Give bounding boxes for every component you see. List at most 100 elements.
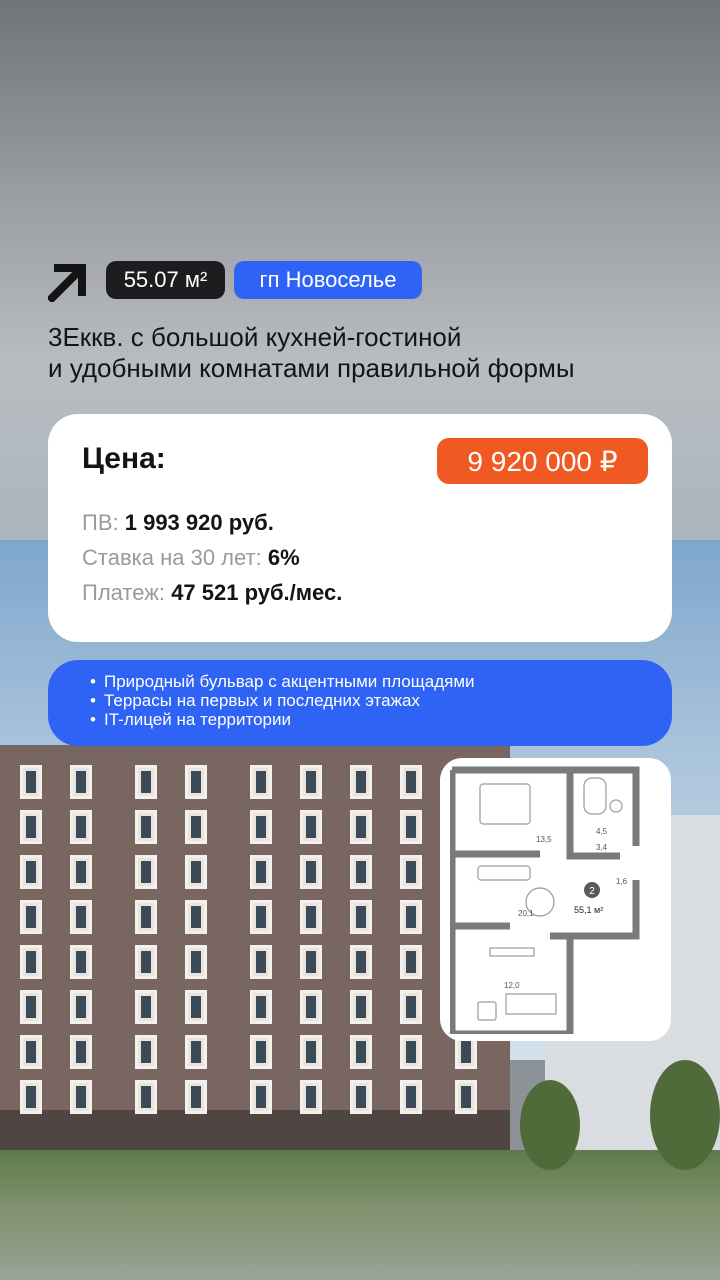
building-window <box>135 810 157 844</box>
building-window <box>185 1080 207 1114</box>
building-window <box>350 855 372 889</box>
room-area-label: 13,5 <box>536 835 552 844</box>
building-window <box>70 900 92 934</box>
building-window <box>20 900 42 934</box>
headline-line: 3Еккв. с большой кухней-гостиной <box>48 322 462 352</box>
building-window <box>400 1035 422 1069</box>
building-window <box>135 945 157 979</box>
feature-item: IT-лицей на территории <box>90 710 672 729</box>
building-window <box>300 945 322 979</box>
building-window <box>185 900 207 934</box>
building-window <box>185 855 207 889</box>
arrow-up-right-icon <box>48 264 86 302</box>
building-window <box>20 855 42 889</box>
building-window <box>300 855 322 889</box>
building-window <box>400 1080 422 1114</box>
background-ground <box>0 1150 720 1280</box>
building-window <box>20 945 42 979</box>
building-window <box>70 945 92 979</box>
building-window <box>185 945 207 979</box>
building-window <box>250 855 272 889</box>
room-area-label: 4,5 <box>596 827 608 836</box>
building-window <box>250 1080 272 1114</box>
payment-label: Платеж: <box>82 580 166 605</box>
headline: 3Еккв. с большой кухней-гостиной и удобн… <box>48 322 708 384</box>
building-window <box>250 810 272 844</box>
apartment-number: 2 <box>589 886 595 897</box>
building-window <box>185 1035 207 1069</box>
building-window <box>20 765 42 799</box>
building-window <box>70 990 92 1024</box>
feature-item: Террасы на первых и последних этажах <box>90 691 672 710</box>
building-window <box>400 765 422 799</box>
building-window <box>350 1035 372 1069</box>
features-list: Природный бульвар с акцентными площадями… <box>90 672 672 729</box>
building-window <box>455 1080 477 1114</box>
building-window <box>300 900 322 934</box>
building-window <box>20 810 42 844</box>
building-window <box>350 810 372 844</box>
building-window <box>135 855 157 889</box>
building-window <box>300 1080 322 1114</box>
headline-line: и удобными комнатами правильной формы <box>48 353 575 383</box>
price-label: Цена: <box>82 442 166 475</box>
room-area-label: 20,1 <box>518 909 534 918</box>
building-window <box>20 990 42 1024</box>
room-area-label: 1,6 <box>616 877 628 886</box>
building-window <box>300 765 322 799</box>
building-window <box>135 990 157 1024</box>
building-window <box>250 900 272 934</box>
feature-item: Природный бульвар с акцентными площадями <box>90 672 672 691</box>
building-window <box>135 900 157 934</box>
payment-value: 47 521 руб./мес. <box>171 580 343 605</box>
price-badge: 9 920 000 ₽ <box>437 438 648 484</box>
building-window <box>250 765 272 799</box>
building-window <box>350 1080 372 1114</box>
building-window <box>250 1035 272 1069</box>
floor-plan-drawing: 13,5 4,5 3,4 1,6 20,1 12,0 2 55,1 м² <box>450 766 640 1034</box>
building-window <box>70 1035 92 1069</box>
location-badge: гп Новоселье <box>234 261 422 299</box>
building-window <box>20 1080 42 1114</box>
building-window <box>250 945 272 979</box>
building-window <box>300 810 322 844</box>
building-window <box>250 990 272 1024</box>
room-area-label: 3,4 <box>596 843 608 852</box>
tree <box>520 1080 580 1170</box>
down-payment-row: ПВ: 1 993 920 руб. <box>82 510 274 536</box>
building-window <box>185 765 207 799</box>
building-window <box>185 990 207 1024</box>
building-window <box>20 1035 42 1069</box>
floor-plan-card: 13,5 4,5 3,4 1,6 20,1 12,0 2 55,1 м² <box>440 758 671 1041</box>
building-window <box>400 855 422 889</box>
building-window <box>350 945 372 979</box>
rate-label: Ставка на 30 лет: <box>82 545 262 570</box>
down-payment-label: ПВ: <box>82 510 119 535</box>
tree <box>650 1060 720 1170</box>
building-window <box>70 855 92 889</box>
building-window <box>400 900 422 934</box>
payment-row: Платеж: 47 521 руб./мес. <box>82 580 342 606</box>
building-window <box>400 810 422 844</box>
building-window <box>400 990 422 1024</box>
price-card: Цена: 9 920 000 ₽ ПВ: 1 993 920 руб. Ста… <box>48 414 672 642</box>
building-window <box>400 945 422 979</box>
features-panel: Природный бульвар с акцентными площадями… <box>48 660 672 746</box>
area-badge: 55.07 м² <box>106 261 225 299</box>
total-area-label: 55,1 м² <box>574 905 603 915</box>
rate-value: 6% <box>267 545 300 570</box>
room-area-label: 12,0 <box>504 981 520 990</box>
building-window <box>300 990 322 1024</box>
rate-row: Ставка на 30 лет: 6% <box>82 545 300 571</box>
building-window <box>135 765 157 799</box>
building-window <box>70 810 92 844</box>
building-window <box>350 990 372 1024</box>
building-window <box>350 765 372 799</box>
down-payment-value: 1 993 920 руб. <box>124 510 274 535</box>
building-window <box>135 1080 157 1114</box>
building-window <box>300 1035 322 1069</box>
building-window <box>350 900 372 934</box>
building-window <box>70 765 92 799</box>
building-window <box>185 810 207 844</box>
building-window <box>135 1035 157 1069</box>
